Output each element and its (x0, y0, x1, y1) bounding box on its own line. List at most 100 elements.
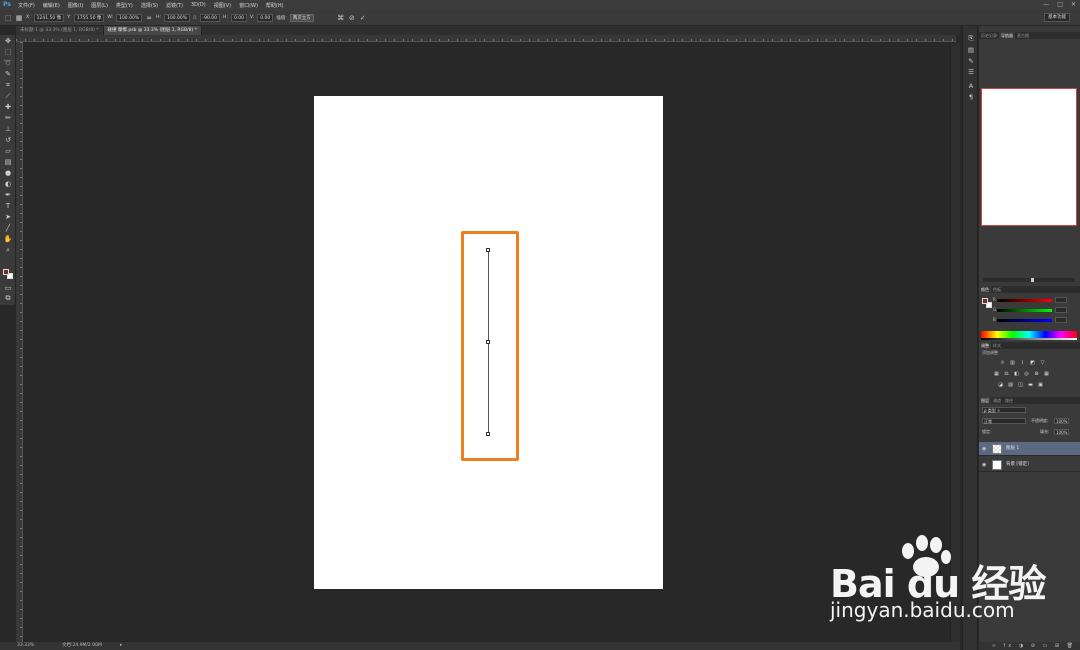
adjust-panel-icon[interactable]: ☰ (966, 68, 976, 77)
screen-mode-icon[interactable]: ⧉ (3, 294, 13, 303)
menu-edit[interactable]: 编辑(E) (39, 2, 64, 9)
status-menu-arrow-icon[interactable]: ▸ (120, 642, 122, 650)
menu-type[interactable]: 类型(Y) (112, 2, 137, 9)
menu-file[interactable]: 文件(F) (14, 2, 39, 9)
g-slider[interactable] (997, 309, 1052, 312)
b-slider[interactable] (997, 319, 1052, 322)
brush-panel-icon[interactable]: ✎ (966, 57, 976, 66)
maximize-icon[interactable]: □ (1057, 0, 1063, 10)
layer-name[interactable]: 背景 [锁定] (1006, 458, 1029, 472)
width-field[interactable]: 100.00% (116, 13, 143, 22)
layer-row-selected[interactable]: ◉ 图层 1 (979, 442, 1080, 456)
color-spectrum[interactable] (981, 331, 1077, 338)
close-icon[interactable]: ✕ (1071, 0, 1076, 10)
hand-tool-icon[interactable]: ✋ (3, 235, 13, 244)
eraser-tool-icon[interactable]: ▱ (3, 147, 13, 156)
photo-filter-icon[interactable]: ◎ (1023, 371, 1030, 377)
interpolation-select[interactable]: 两次立方 (289, 13, 314, 22)
g-value[interactable] (1055, 307, 1067, 313)
vibrance-icon[interactable]: ▽ (1039, 360, 1046, 366)
quick-select-tool-icon[interactable]: ✎ (3, 70, 13, 79)
quick-mask-icon[interactable]: ▭ (3, 284, 13, 293)
tab-active-document[interactable]: 碰撞 摩擦.psb @ 33.3% (图层 1, RGB/8) * (103, 26, 202, 35)
height-field[interactable]: 100.00% (164, 13, 191, 22)
invert-icon[interactable]: ◪ (997, 382, 1004, 388)
layer-name[interactable]: 图层 1 (1006, 442, 1019, 456)
r-value[interactable] (1055, 297, 1067, 303)
lasso-tool-icon[interactable]: ➰ (3, 59, 13, 68)
menu-3d[interactable]: 3D(D) (187, 2, 210, 8)
vertical-ruler[interactable] (16, 42, 23, 642)
tab-untitled[interactable]: 未标题-1 @ 33.3% (图层 1, RGB/8) * (16, 26, 104, 35)
b-value[interactable] (1055, 317, 1067, 323)
color-balance-icon[interactable]: ⚖ (1003, 371, 1010, 377)
blend-mode-select[interactable]: 正常 (982, 418, 1026, 424)
curves-icon[interactable]: ⌇ (1019, 360, 1026, 366)
menu-select[interactable]: 选择(S) (137, 2, 162, 9)
zoom-tool-icon[interactable]: ⌕ (3, 246, 13, 255)
hskew-field[interactable]: 0.00 (230, 13, 247, 22)
color-lookup-icon[interactable]: ▦ (1043, 371, 1050, 377)
selective-color-icon[interactable]: ▣ (1037, 382, 1044, 388)
hue-icon[interactable]: ▦ (993, 371, 1000, 377)
levels-icon[interactable]: ▥ (1009, 360, 1016, 366)
angle-field[interactable]: -90.00 (199, 13, 221, 22)
layers-footer-icons[interactable]: ∞ fx ◑ ⊘ ▭ ⊞ 🗑 (979, 642, 1080, 650)
brush-tool-icon[interactable]: ✏ (3, 114, 13, 123)
crop-tool-icon[interactable]: ⌗ (3, 81, 13, 90)
grayscale-ramp[interactable] (981, 338, 1077, 340)
vskew-field[interactable]: 0.00 (257, 13, 274, 22)
exposure-icon[interactable]: ◩ (1029, 360, 1036, 366)
threshold-icon[interactable]: ◫ (1017, 382, 1024, 388)
cancel-transform-icon[interactable]: ⊘ (348, 14, 356, 22)
transform-tool-icon[interactable]: ⬚ (4, 14, 12, 22)
marquee-tool-icon[interactable]: ⬚ (3, 48, 13, 57)
clone-stamp-icon[interactable]: ⊥ (3, 125, 13, 134)
warp-icon[interactable]: ⌘ (337, 14, 345, 22)
line-tool-icon[interactable]: ╱ (3, 224, 13, 233)
navigator-zoom-slider[interactable] (983, 278, 1075, 282)
tab-channels[interactable]: 通道 (991, 397, 1003, 404)
eyedropper-tool-icon[interactable]: ⟋ (3, 92, 13, 101)
menu-filter[interactable]: 滤镜(T) (162, 2, 187, 9)
tab-history[interactable]: 历史记录 (979, 32, 999, 39)
tab-swatches[interactable]: 色板 (991, 286, 1003, 293)
commit-transform-icon[interactable]: ✓ (359, 14, 367, 22)
tab-paths[interactable]: 路径 (1003, 397, 1015, 404)
menu-layer[interactable]: 图层(L) (87, 2, 112, 9)
tab-color[interactable]: 颜色 (979, 286, 991, 293)
gradient-map-icon[interactable]: ▬ (1027, 382, 1034, 388)
pen-tool-icon[interactable]: ✒ (3, 191, 13, 200)
character-panel-icon[interactable]: A (966, 82, 976, 91)
x-field[interactable]: 1241.50 像 (33, 13, 65, 22)
layer-filter-select[interactable]: ρ 类型 ÷ (982, 407, 1026, 413)
eye-icon[interactable]: ◉ (982, 458, 988, 472)
move-tool-icon[interactable]: ✥ (3, 37, 13, 46)
menu-view[interactable]: 视图(V) (210, 2, 235, 9)
gradient-tool-icon[interactable]: ▤ (3, 158, 13, 167)
color-fg-swatch[interactable] (982, 298, 988, 304)
link-icon[interactable]: ∞ (145, 14, 153, 22)
foreground-color-swatch[interactable] (3, 269, 9, 275)
tab-navigator[interactable]: 导航器 (999, 32, 1015, 39)
reference-point-icon[interactable]: ▦ (15, 14, 23, 22)
blur-tool-icon[interactable]: ● (3, 169, 13, 178)
type-tool-icon[interactable]: T (3, 202, 13, 211)
tab-styles[interactable]: 样式 (991, 342, 1003, 349)
healing-brush-icon[interactable]: ✚ (3, 103, 13, 112)
path-select-tool-icon[interactable]: ➤ (3, 213, 13, 222)
properties-panel-icon[interactable]: ▤ (966, 46, 976, 55)
fill-field[interactable]: 100% (1054, 429, 1069, 435)
tab-histogram[interactable]: 直方图 (1015, 32, 1031, 39)
eye-icon[interactable]: ◉ (982, 442, 988, 456)
bw-icon[interactable]: ◧ (1013, 371, 1020, 377)
menu-image[interactable]: 图像(I) (64, 2, 87, 9)
opacity-field[interactable]: 100% (1054, 418, 1069, 424)
menu-help[interactable]: 帮助(H) (262, 2, 288, 9)
history-panel-icon[interactable]: ⎘ (966, 34, 976, 43)
layer-row[interactable]: ◉ 背景 [锁定] (979, 458, 1080, 472)
posterize-icon[interactable]: ▨ (1007, 382, 1014, 388)
horizontal-ruler[interactable] (16, 35, 956, 42)
history-brush-icon[interactable]: ↺ (3, 136, 13, 145)
tab-adjustments[interactable]: 调整 (979, 342, 991, 349)
